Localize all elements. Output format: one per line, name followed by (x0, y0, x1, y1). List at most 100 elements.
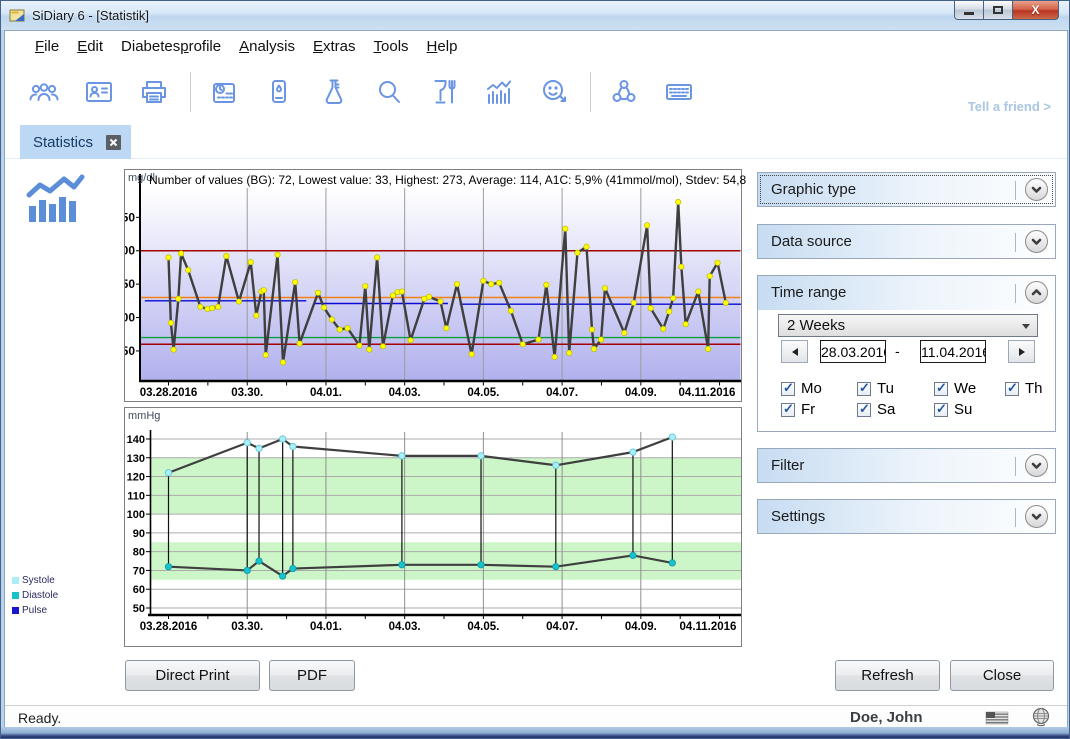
systole-swatch (12, 577, 19, 584)
svg-text:80: 80 (133, 547, 145, 559)
svg-text:130: 130 (127, 453, 145, 465)
chevron-down-icon[interactable] (1025, 178, 1048, 201)
close-icon: X (1031, 3, 1039, 17)
svg-text:90: 90 (133, 528, 145, 540)
refresh-button[interactable]: Refresh (835, 660, 940, 691)
section-data-source[interactable]: Data source (757, 224, 1056, 259)
svg-text:140: 140 (127, 434, 145, 446)
menu-edit[interactable]: Edit (68, 34, 112, 59)
svg-text:03.30.: 03.30. (231, 387, 263, 399)
statistics-page-icon (24, 170, 86, 229)
date-to-field[interactable] (920, 340, 986, 363)
app-logo-icon (9, 8, 26, 24)
weekday-checkbox-mo[interactable]: Mo (781, 380, 822, 397)
svg-text:04.07.: 04.07. (546, 621, 578, 633)
meter-device-icon[interactable] (260, 73, 298, 111)
legend-item-diastole: Diastole (12, 588, 58, 603)
date-from-field[interactable] (820, 340, 886, 363)
bp-unit-label: mmHg (128, 410, 160, 422)
bp-plot: 506070809010011012013014003.28.201603.30… (125, 408, 741, 646)
svg-text:04.11.2016: 04.11.2016 (679, 387, 736, 399)
weekday-checkbox-su[interactable]: Su (934, 401, 972, 418)
legend-item-systole: Systole (12, 573, 58, 588)
svg-text:04.11.2016: 04.11.2016 (680, 621, 737, 633)
tab-bar: Statistics (5, 122, 1067, 159)
svg-text:04.09.: 04.09. (625, 387, 657, 399)
current-user: Doe, John (850, 709, 923, 726)
direct-print-button[interactable]: Direct Print (125, 660, 260, 691)
chevron-down-icon[interactable] (1025, 454, 1048, 477)
menu-analysis[interactable]: Analysis (230, 34, 304, 59)
svg-text:100: 100 (127, 509, 145, 521)
arrow-left-icon (792, 348, 798, 356)
close-button[interactable]: Close (950, 660, 1054, 691)
previous-range-button[interactable] (781, 340, 808, 363)
toolbar-separator (590, 72, 591, 112)
svg-text:04.07.: 04.07. (546, 387, 578, 399)
statistics-icon[interactable] (480, 73, 518, 111)
search-icon[interactable] (370, 73, 408, 111)
svg-text:250: 250 (125, 210, 135, 224)
toolbar-separator (190, 72, 191, 112)
chevron-down-icon[interactable] (1025, 230, 1048, 253)
weekday-checkbox-sa[interactable]: Sa (857, 401, 895, 418)
close-icon (109, 138, 118, 147)
contact-card-icon[interactable] (80, 73, 118, 111)
checkbox-icon (934, 403, 948, 417)
minimize-button[interactable] (954, 1, 984, 20)
next-range-button[interactable] (1008, 340, 1035, 363)
svg-text:60: 60 (133, 584, 145, 596)
flask-icon[interactable] (315, 73, 353, 111)
section-settings[interactable]: Settings (757, 499, 1056, 534)
chevron-down-icon[interactable] (1025, 505, 1048, 528)
users-icon[interactable] (25, 73, 63, 111)
tell-a-friend-link[interactable]: Tell a friend > (968, 99, 1051, 114)
svg-text:04.01.: 04.01. (310, 621, 342, 633)
menu-extras[interactable]: Extras (304, 34, 365, 59)
pdf-button[interactable]: PDF (269, 660, 355, 691)
chevron-up-icon[interactable] (1025, 281, 1048, 304)
tab-statistics[interactable]: Statistics (20, 125, 131, 159)
menu-diabetesprofile[interactable]: Diabetesprofile (112, 34, 230, 59)
svg-text:120: 120 (127, 472, 145, 484)
svg-text:04.03.: 04.03. (389, 621, 421, 633)
maximize-icon (993, 6, 1003, 14)
checkbox-icon (1005, 382, 1019, 396)
printer-icon[interactable] (135, 73, 173, 111)
svg-text:50: 50 (125, 344, 135, 358)
svg-text:03.28.2016: 03.28.2016 (140, 387, 198, 399)
svg-text:70: 70 (133, 565, 145, 577)
smiley-export-icon[interactable] (535, 73, 573, 111)
tab-close-button[interactable] (106, 135, 121, 150)
checkbox-icon (781, 403, 795, 417)
calendar-clock-icon[interactable] (205, 73, 243, 111)
menu-bar: File Edit Diabetesprofile Analysis Extra… (5, 31, 1067, 62)
section-filter[interactable]: Filter (757, 448, 1056, 483)
menu-tools[interactable]: Tools (365, 34, 418, 59)
checkbox-icon (781, 382, 795, 396)
svg-text:04.01.: 04.01. (310, 387, 342, 399)
glass-fork-icon[interactable] (425, 73, 463, 111)
maximize-button[interactable] (984, 1, 1012, 20)
section-time-range: Time range 2 Weeks - Mo Tu We Th Fr S (757, 275, 1056, 432)
menu-file[interactable]: File (26, 34, 68, 59)
svg-text:200: 200 (125, 244, 135, 258)
svg-text:04.09.: 04.09. (625, 621, 657, 633)
time-range-header[interactable]: Time range (758, 276, 1055, 310)
weekday-checkbox-we[interactable]: We (934, 380, 976, 397)
bg-stats-line: Number of values (BG): 72, Lowest value:… (149, 173, 746, 187)
weekday-checkbox-th[interactable]: Th (1005, 380, 1043, 397)
weekday-checkbox-fr[interactable]: Fr (781, 401, 815, 418)
keyboard-icon[interactable] (660, 73, 698, 111)
tab-label: Statistics (33, 134, 93, 151)
share-icon[interactable] (605, 73, 643, 111)
svg-text:03.30.: 03.30. (231, 621, 263, 633)
menu-help[interactable]: Help (418, 34, 467, 59)
weekday-checkbox-tu[interactable]: Tu (857, 380, 894, 397)
svg-text:50: 50 (133, 603, 145, 615)
window-title: SiDiary 6 - [Statistik] (32, 8, 149, 23)
section-graphic-type[interactable]: Graphic type (757, 172, 1056, 207)
time-range-preset-select[interactable]: 2 Weeks (778, 314, 1038, 337)
diastole-swatch (12, 592, 19, 599)
close-window-button[interactable]: X (1012, 1, 1059, 20)
